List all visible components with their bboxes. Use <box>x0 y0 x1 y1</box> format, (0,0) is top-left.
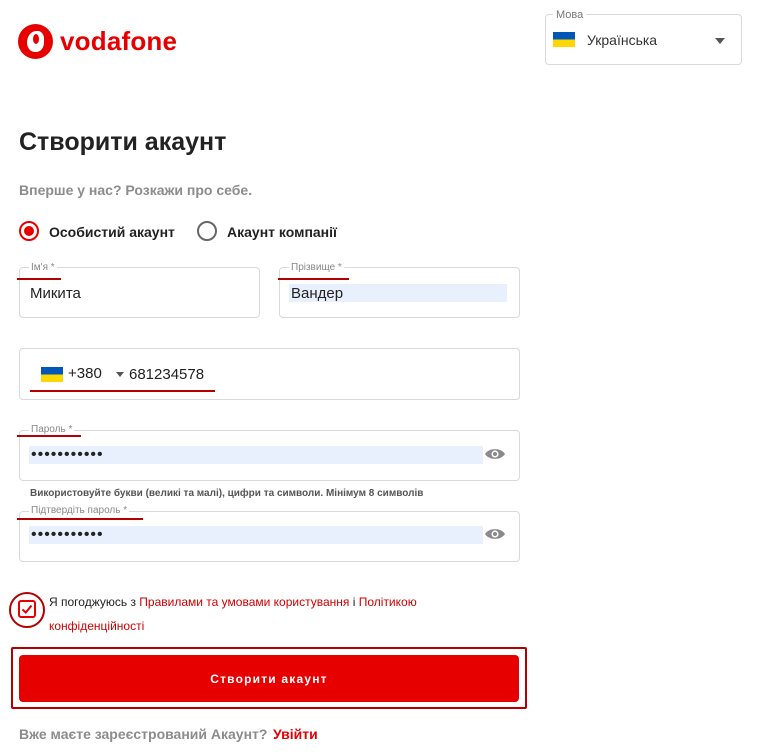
annotation-underline <box>17 278 61 280</box>
page-title: Створити акаунт <box>19 128 227 156</box>
brand-name: vodafone <box>60 26 178 56</box>
language-legend: Мова <box>553 9 587 21</box>
phone-country-code[interactable]: +380 <box>68 365 102 382</box>
checkmark-icon <box>21 604 33 614</box>
language-value: Українська <box>587 32 658 48</box>
annotation-underline <box>278 278 349 280</box>
confirm-password-value[interactable]: ••••••••••• <box>29 526 483 544</box>
radio-personal-account[interactable] <box>19 221 39 241</box>
create-account-button[interactable]: Створити акаунт <box>19 655 519 702</box>
password-value[interactable]: ••••••••••• <box>29 446 483 464</box>
password-legend: Пароль * <box>29 424 75 435</box>
chevron-down-icon[interactable] <box>116 372 124 377</box>
password-hint: Використовуйте букви (великі та малі), ц… <box>30 488 424 499</box>
first-name-value[interactable]: Микита <box>30 285 81 302</box>
annotation-underline <box>17 518 143 520</box>
consent-text: Я погоджуюсь з Правилами та умовами кори… <box>49 590 449 638</box>
radio-company-account[interactable] <box>197 221 217 241</box>
phone-number-value[interactable]: 681234578 <box>129 366 204 383</box>
annotation-underline <box>17 435 81 437</box>
radio-company-account-label[interactable]: Акаунт компанії <box>227 224 337 240</box>
consent-checkbox[interactable] <box>18 600 36 618</box>
page-subtitle: Вперше у нас? Розкажи про себе. <box>19 182 253 198</box>
last-name-value[interactable]: Вандер <box>289 284 507 302</box>
ukraine-flag-icon[interactable] <box>41 367 63 382</box>
first-name-legend: Ім'я * <box>29 262 57 273</box>
eye-icon[interactable] <box>484 447 506 461</box>
vodafone-logo[interactable]: vodafone <box>18 24 177 59</box>
annotation-underline <box>30 390 215 392</box>
terms-link[interactable]: Правилами та умовами користування <box>139 595 349 609</box>
radio-personal-account-label[interactable]: Особистий акаунт <box>49 224 175 240</box>
ukraine-flag-icon <box>553 32 575 47</box>
consent-prefix: Я погоджуюсь з <box>49 595 140 609</box>
consent-joiner: і <box>349 595 359 609</box>
login-question: Вже маєте зареєстрований Акаунт? <box>19 726 268 742</box>
eye-icon[interactable] <box>484 527 506 541</box>
confirm-password-legend: Підтвердіть пароль * <box>29 505 130 516</box>
last-name-legend: Прізвище * <box>289 262 344 273</box>
login-link[interactable]: Увійти <box>273 726 318 742</box>
chevron-down-icon[interactable] <box>715 38 725 44</box>
vodafone-speechmark-icon <box>18 24 53 59</box>
